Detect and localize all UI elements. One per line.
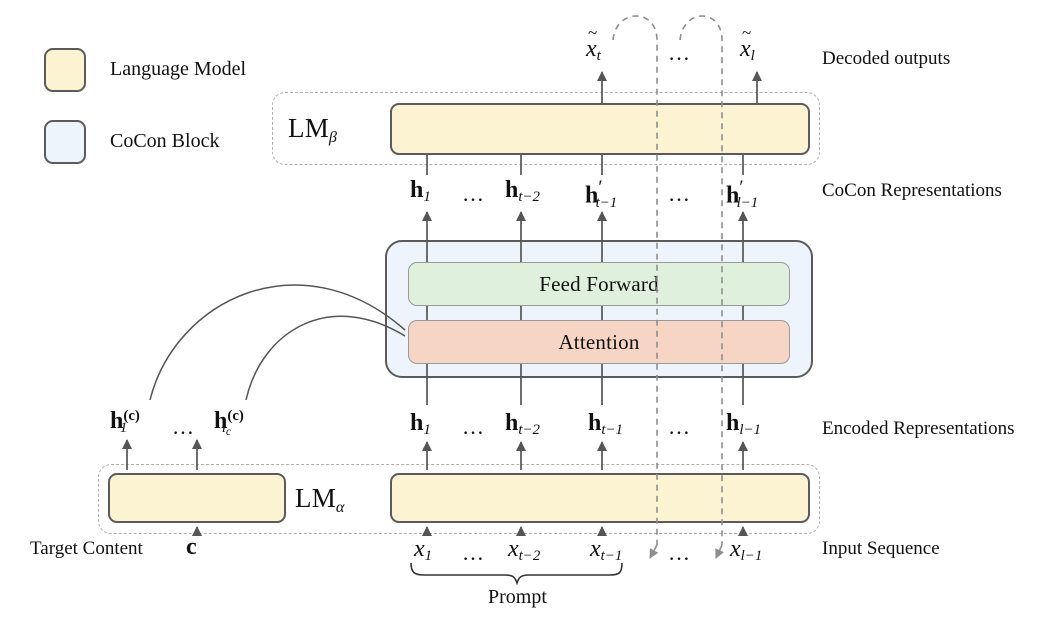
prompt-brace [410,562,623,586]
lm-beta-label: LMβ [288,113,337,147]
input-token-2: xt−2 [508,536,541,565]
row-label-decoded-outputs: Decoded outputs [822,48,951,69]
lm-alpha-subscript: α [335,497,345,516]
input-ellipsis-2: … [668,540,692,565]
row-label-input-sequence: Input Sequence [822,538,940,559]
cocon-rep-token-3: h′t−1 [585,177,618,211]
decoded-output-ellipsis: … [668,40,692,65]
input-token-3-sub: t−1 [600,548,623,565]
encoded-content-token-0: h(c)1 [110,408,140,437]
legend-label-language-model: Language Model [110,58,247,80]
input-token-0: x1 [414,536,433,565]
cocon-rep-token-0: h1 [410,177,431,206]
cocon-rep-ellipsis-1: … [462,181,486,206]
decoded-output-token-2-sub: l [750,48,755,65]
attention-box: Attention [408,320,790,364]
feed-forward-label: Feed Forward [539,271,659,296]
input-token-0-sub: 1 [424,548,433,565]
row-label-encoded-representations: Encoded Representations [822,418,1015,439]
input-ellipsis-1: … [462,540,486,565]
cocon-rep-token-5: h′l−1 [726,177,759,211]
cocon-rep-token-2: ht−2 [505,177,540,206]
encoded-seq-token-5-sub: l−1 [739,422,761,439]
cocon-rep-token-2-sub: t−2 [518,189,540,206]
encoded-seq-token-3: ht−1 [588,410,623,439]
prompt-brace-label: Prompt [488,586,547,608]
encoded-content-token-2-sub: lc [221,420,231,439]
decoded-output-token-0-sub: t [596,48,601,65]
lm-beta-subscript: β [328,127,338,146]
lm-beta-box [390,103,810,155]
target-content-token: c [186,534,197,560]
encoded-seq-token-5: hl−1 [726,410,761,439]
row-label-cocon-representations: CoCon Representations [822,180,1002,201]
encoded-seq-token-3-sub: t−1 [601,422,623,439]
legend-swatch-language-model [44,48,86,92]
input-token-5-sub: l−1 [740,548,763,565]
feed-forward-box: Feed Forward [408,262,790,306]
input-token-5: xl−1 [730,536,763,565]
cocon-rep-token-0-sub: 1 [423,189,431,206]
lm-alpha-text: LM [295,483,336,513]
encoded-seq-token-2: ht−2 [505,410,540,439]
input-token-3: xt−1 [590,536,623,565]
lm-alpha-label: LMα [295,483,345,517]
encoded-content-token-2: h(c)lc [214,408,244,439]
decoded-output-token-2: ~ xl [740,23,755,65]
lm-alpha-content-box [108,473,286,523]
encoded-seq-token-0-sub: 1 [423,422,431,439]
encoded-seq-token-0: h1 [410,410,431,439]
decoded-output-token-0: ~ xt [586,23,601,65]
target-content-label: Target Content [30,538,143,559]
attention-label: Attention [558,329,640,354]
legend-swatch-cocon-block [44,120,86,164]
input-token-2-sub: t−2 [518,548,541,565]
lm-beta-text: LM [288,113,329,143]
cocon-rep-token-3-sub: t−1 [595,194,618,211]
legend-label-cocon-block: CoCon Block [110,130,220,152]
cocon-rep-ellipsis-2: … [668,181,692,206]
encoded-seq-ellipsis-2: … [668,414,692,439]
cocon-rep-token-5-sub: l−1 [736,194,759,211]
encoded-seq-ellipsis-1: … [462,414,486,439]
encoded-content-ellipsis: … [172,414,196,439]
lm-alpha-sequence-box [390,473,810,523]
diagram-canvas: Language Model CoCon Block LMβ ~ xt … ~ xl… [0,0,1052,633]
encoded-content-token-0-sub: 1 [119,420,128,437]
content-to-attention-curves [149,284,406,401]
encoded-seq-token-2-sub: t−2 [518,422,540,439]
